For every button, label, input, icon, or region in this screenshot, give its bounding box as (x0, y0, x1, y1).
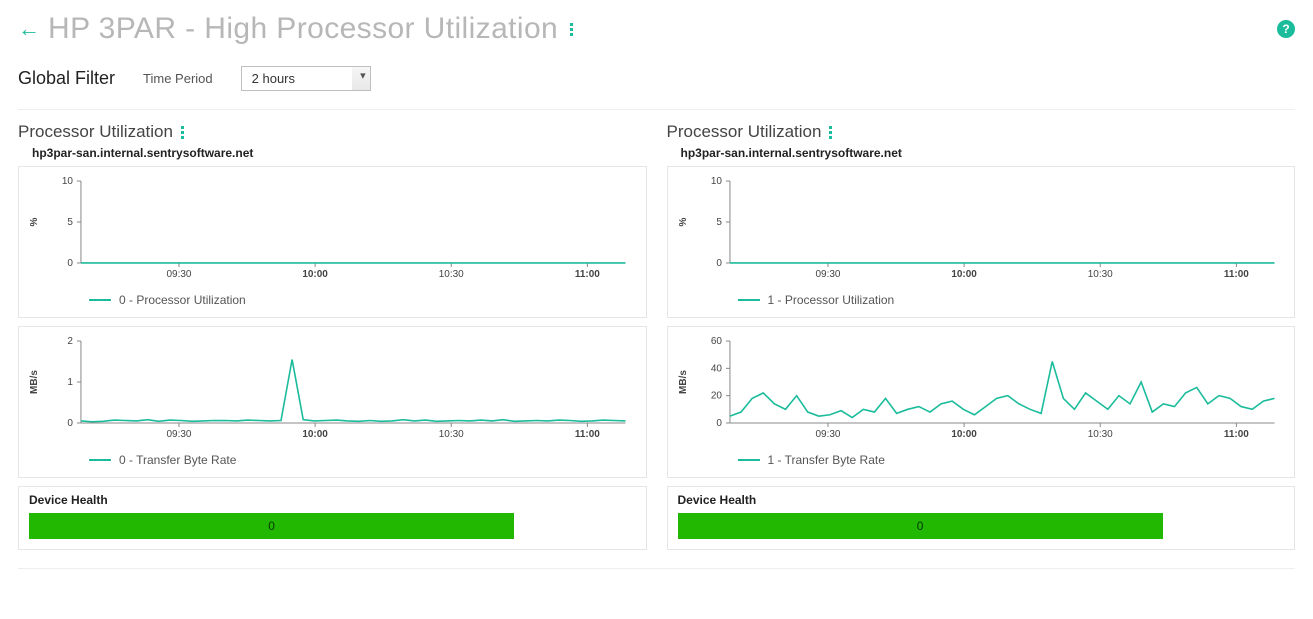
health-title: Device Health (29, 493, 636, 513)
svg-text:09:30: 09:30 (166, 269, 191, 280)
panel-title-text: Processor Utilization (18, 122, 173, 142)
panel-actions-menu-icon[interactable] (179, 126, 184, 139)
legend-line-icon (89, 459, 111, 461)
svg-text:MB/s: MB/s (29, 370, 40, 394)
chart-processor-util-0: % 0 5 10 09:30 10:00 10:30 11:00 (25, 173, 636, 283)
page-actions-menu-icon[interactable] (566, 23, 573, 36)
svg-text:40: 40 (710, 363, 722, 374)
svg-text:1: 1 (67, 377, 73, 388)
svg-text:MB/s: MB/s (677, 370, 688, 394)
legend-line-icon (738, 299, 760, 301)
svg-text:0: 0 (67, 418, 73, 429)
chart-processor-util-1: % 0 5 10 09:30 10:00 10:30 11:00 (674, 173, 1285, 283)
panel-title-text: Processor Utilization (667, 122, 822, 142)
legend-label: 1 - Transfer Byte Rate (768, 453, 885, 467)
chart-legend: 1 - Processor Utilization (674, 283, 1285, 311)
svg-text:10:00: 10:00 (302, 429, 328, 440)
svg-text:5: 5 (67, 217, 73, 228)
chart-card: % 0 5 10 09:30 10:00 10:30 11:00 0 - Processor … (18, 166, 647, 318)
legend-line-icon (89, 299, 111, 301)
chart-legend: 0 - Transfer Byte Rate (25, 443, 636, 471)
health-card: Device Health 0 (667, 486, 1296, 550)
svg-text:0: 0 (716, 258, 722, 269)
svg-text:20: 20 (710, 391, 722, 402)
back-icon[interactable]: ← (18, 18, 40, 40)
panel-subtitle: hp3par-san.internal.sentrysoftware.net (18, 146, 647, 166)
health-title: Device Health (678, 493, 1285, 513)
panel-title: Processor Utilization (667, 120, 1296, 146)
chart-legend: 0 - Processor Utilization (25, 283, 636, 311)
health-bar: 0 (29, 513, 514, 539)
legend-label: 0 - Transfer Byte Rate (119, 453, 236, 467)
svg-text:09:30: 09:30 (815, 429, 840, 440)
chart-card: % 0 5 10 09:30 10:00 10:30 11:00 1 - Processor … (667, 166, 1296, 318)
svg-text:%: % (29, 217, 40, 226)
svg-text:09:30: 09:30 (815, 269, 840, 280)
svg-text:10:00: 10:00 (302, 269, 328, 280)
svg-text:11:00: 11:00 (575, 429, 600, 440)
help-icon[interactable]: ? (1277, 20, 1295, 38)
svg-text:0: 0 (67, 258, 73, 269)
panel-title: Processor Utilization (18, 120, 647, 146)
panels-row: Processor Utilization hp3par-san.interna… (18, 120, 1295, 569)
health-card: Device Health 0 (18, 486, 647, 550)
svg-text:10:00: 10:00 (951, 429, 977, 440)
svg-text:10: 10 (710, 176, 722, 187)
svg-text:10: 10 (62, 176, 74, 187)
health-bar: 0 (678, 513, 1163, 539)
svg-text:09:30: 09:30 (166, 429, 191, 440)
time-period-select[interactable]: 2 hours (241, 66, 371, 91)
time-period-label: Time Period (143, 71, 213, 86)
health-value: 0 (268, 519, 275, 533)
svg-text:10:00: 10:00 (951, 269, 977, 280)
legend-line-icon (738, 459, 760, 461)
legend-label: 1 - Processor Utilization (768, 293, 895, 307)
svg-text:2: 2 (67, 336, 73, 347)
svg-text:0: 0 (716, 418, 722, 429)
svg-text:5: 5 (716, 217, 722, 228)
page-title: HP 3PAR - High Processor Utilization (48, 12, 558, 46)
chart-card: MB/s 0 20 40 60 09:30 10:00 10:30 11:00 1 - Tran… (667, 326, 1296, 478)
svg-text:10:30: 10:30 (439, 269, 464, 280)
legend-label: 0 - Processor Utilization (119, 293, 246, 307)
page-header: ← HP 3PAR - High Processor Utilization ? (18, 8, 1295, 54)
svg-text:11:00: 11:00 (1223, 429, 1248, 440)
chart-transfer-rate-1: MB/s 0 20 40 60 09:30 10:00 10:30 11:00 (674, 333, 1285, 443)
panel-subtitle: hp3par-san.internal.sentrysoftware.net (667, 146, 1296, 166)
chart-card: MB/s 0 1 2 09:30 10:00 10:30 11:00 0 - Transfer… (18, 326, 647, 478)
global-filter-bar: Global Filter Time Period 2 hours (18, 54, 1295, 110)
panel-left: Processor Utilization hp3par-san.interna… (18, 120, 647, 550)
svg-text:60: 60 (710, 336, 722, 347)
health-value: 0 (917, 519, 924, 533)
svg-text:11:00: 11:00 (575, 269, 600, 280)
svg-text:10:30: 10:30 (1087, 429, 1112, 440)
svg-text:11:00: 11:00 (1223, 269, 1248, 280)
panel-right: Processor Utilization hp3par-san.interna… (667, 120, 1296, 550)
svg-text:%: % (677, 217, 688, 226)
chart-transfer-rate-0: MB/s 0 1 2 09:30 10:00 10:30 11:00 (25, 333, 636, 443)
svg-text:10:30: 10:30 (1087, 269, 1112, 280)
panel-actions-menu-icon[interactable] (827, 126, 832, 139)
chart-legend: 1 - Transfer Byte Rate (674, 443, 1285, 471)
global-filter-title: Global Filter (18, 68, 115, 89)
svg-text:10:30: 10:30 (439, 429, 464, 440)
